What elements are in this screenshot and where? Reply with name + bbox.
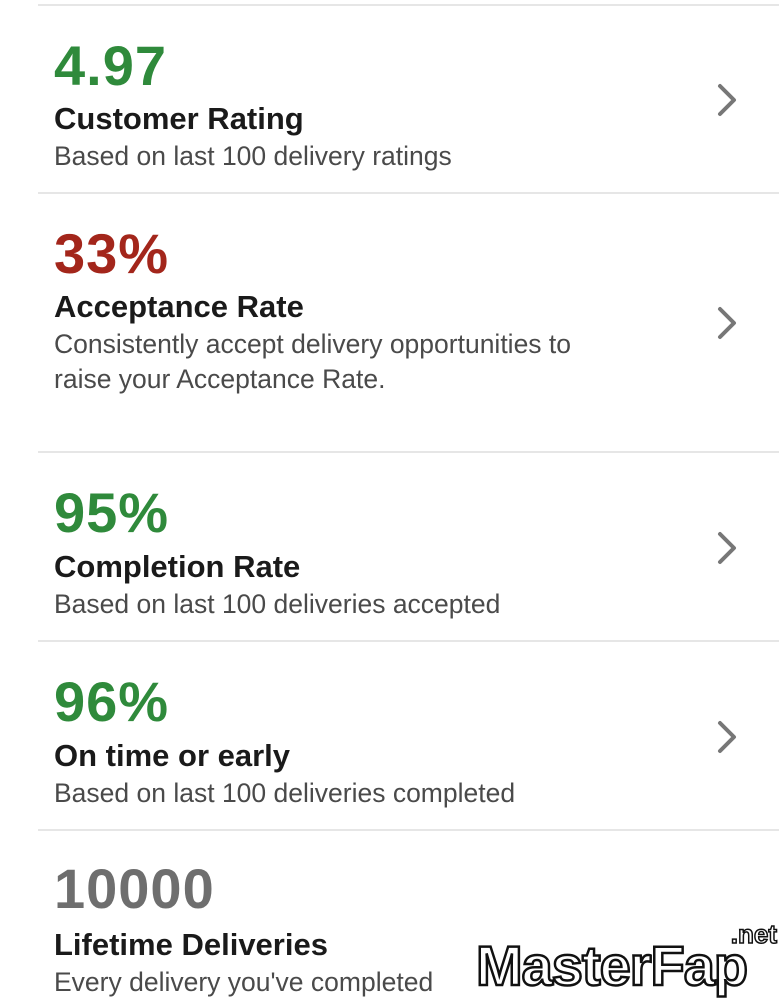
on-time-row[interactable]: 96% On time or early Based on last 100 d… <box>0 642 779 831</box>
customer-rating-row[interactable]: 4.97 Customer Rating Based on last 100 d… <box>0 6 779 194</box>
completion-rate-description: Based on last 100 deliveries accepted <box>54 589 501 619</box>
acceptance-rate-value: 33% <box>54 222 170 285</box>
lifetime-deliveries-description: Every delivery you've completed <box>54 967 434 997</box>
acceptance-rate-description: Consistently accept delivery opportuniti… <box>54 329 572 394</box>
completion-rate-value: 95% <box>54 481 170 544</box>
completion-rate-row[interactable]: 95% Completion Rate Based on last 100 de… <box>0 453 779 642</box>
chevron-right-icon[interactable] <box>712 717 742 757</box>
acceptance-rate-row[interactable]: 33% Acceptance Rate Consistently accept … <box>0 194 779 453</box>
on-time-title: On time or early <box>54 738 291 773</box>
on-time-value: 96% <box>54 670 170 733</box>
lifetime-deliveries-value: 10000 <box>54 857 215 920</box>
chevron-right-icon[interactable] <box>712 80 742 120</box>
customer-rating-title: Customer Rating <box>54 101 304 136</box>
customer-rating-description: Based on last 100 delivery ratings <box>54 141 452 171</box>
ratings-screen: 4.97 Customer Rating Based on last 100 d… <box>0 0 779 1000</box>
lifetime-deliveries-title: Lifetime Deliveries <box>54 927 328 962</box>
completion-rate-title: Completion Rate <box>54 549 301 584</box>
on-time-description: Based on last 100 deliveries completed <box>54 778 516 808</box>
chevron-right-icon[interactable] <box>712 303 742 343</box>
customer-rating-value: 4.97 <box>54 34 167 97</box>
chevron-right-icon[interactable] <box>712 528 742 568</box>
acceptance-rate-title: Acceptance Rate <box>54 289 304 324</box>
lifetime-deliveries-row: 10000 Lifetime Deliveries Every delivery… <box>0 831 779 1000</box>
